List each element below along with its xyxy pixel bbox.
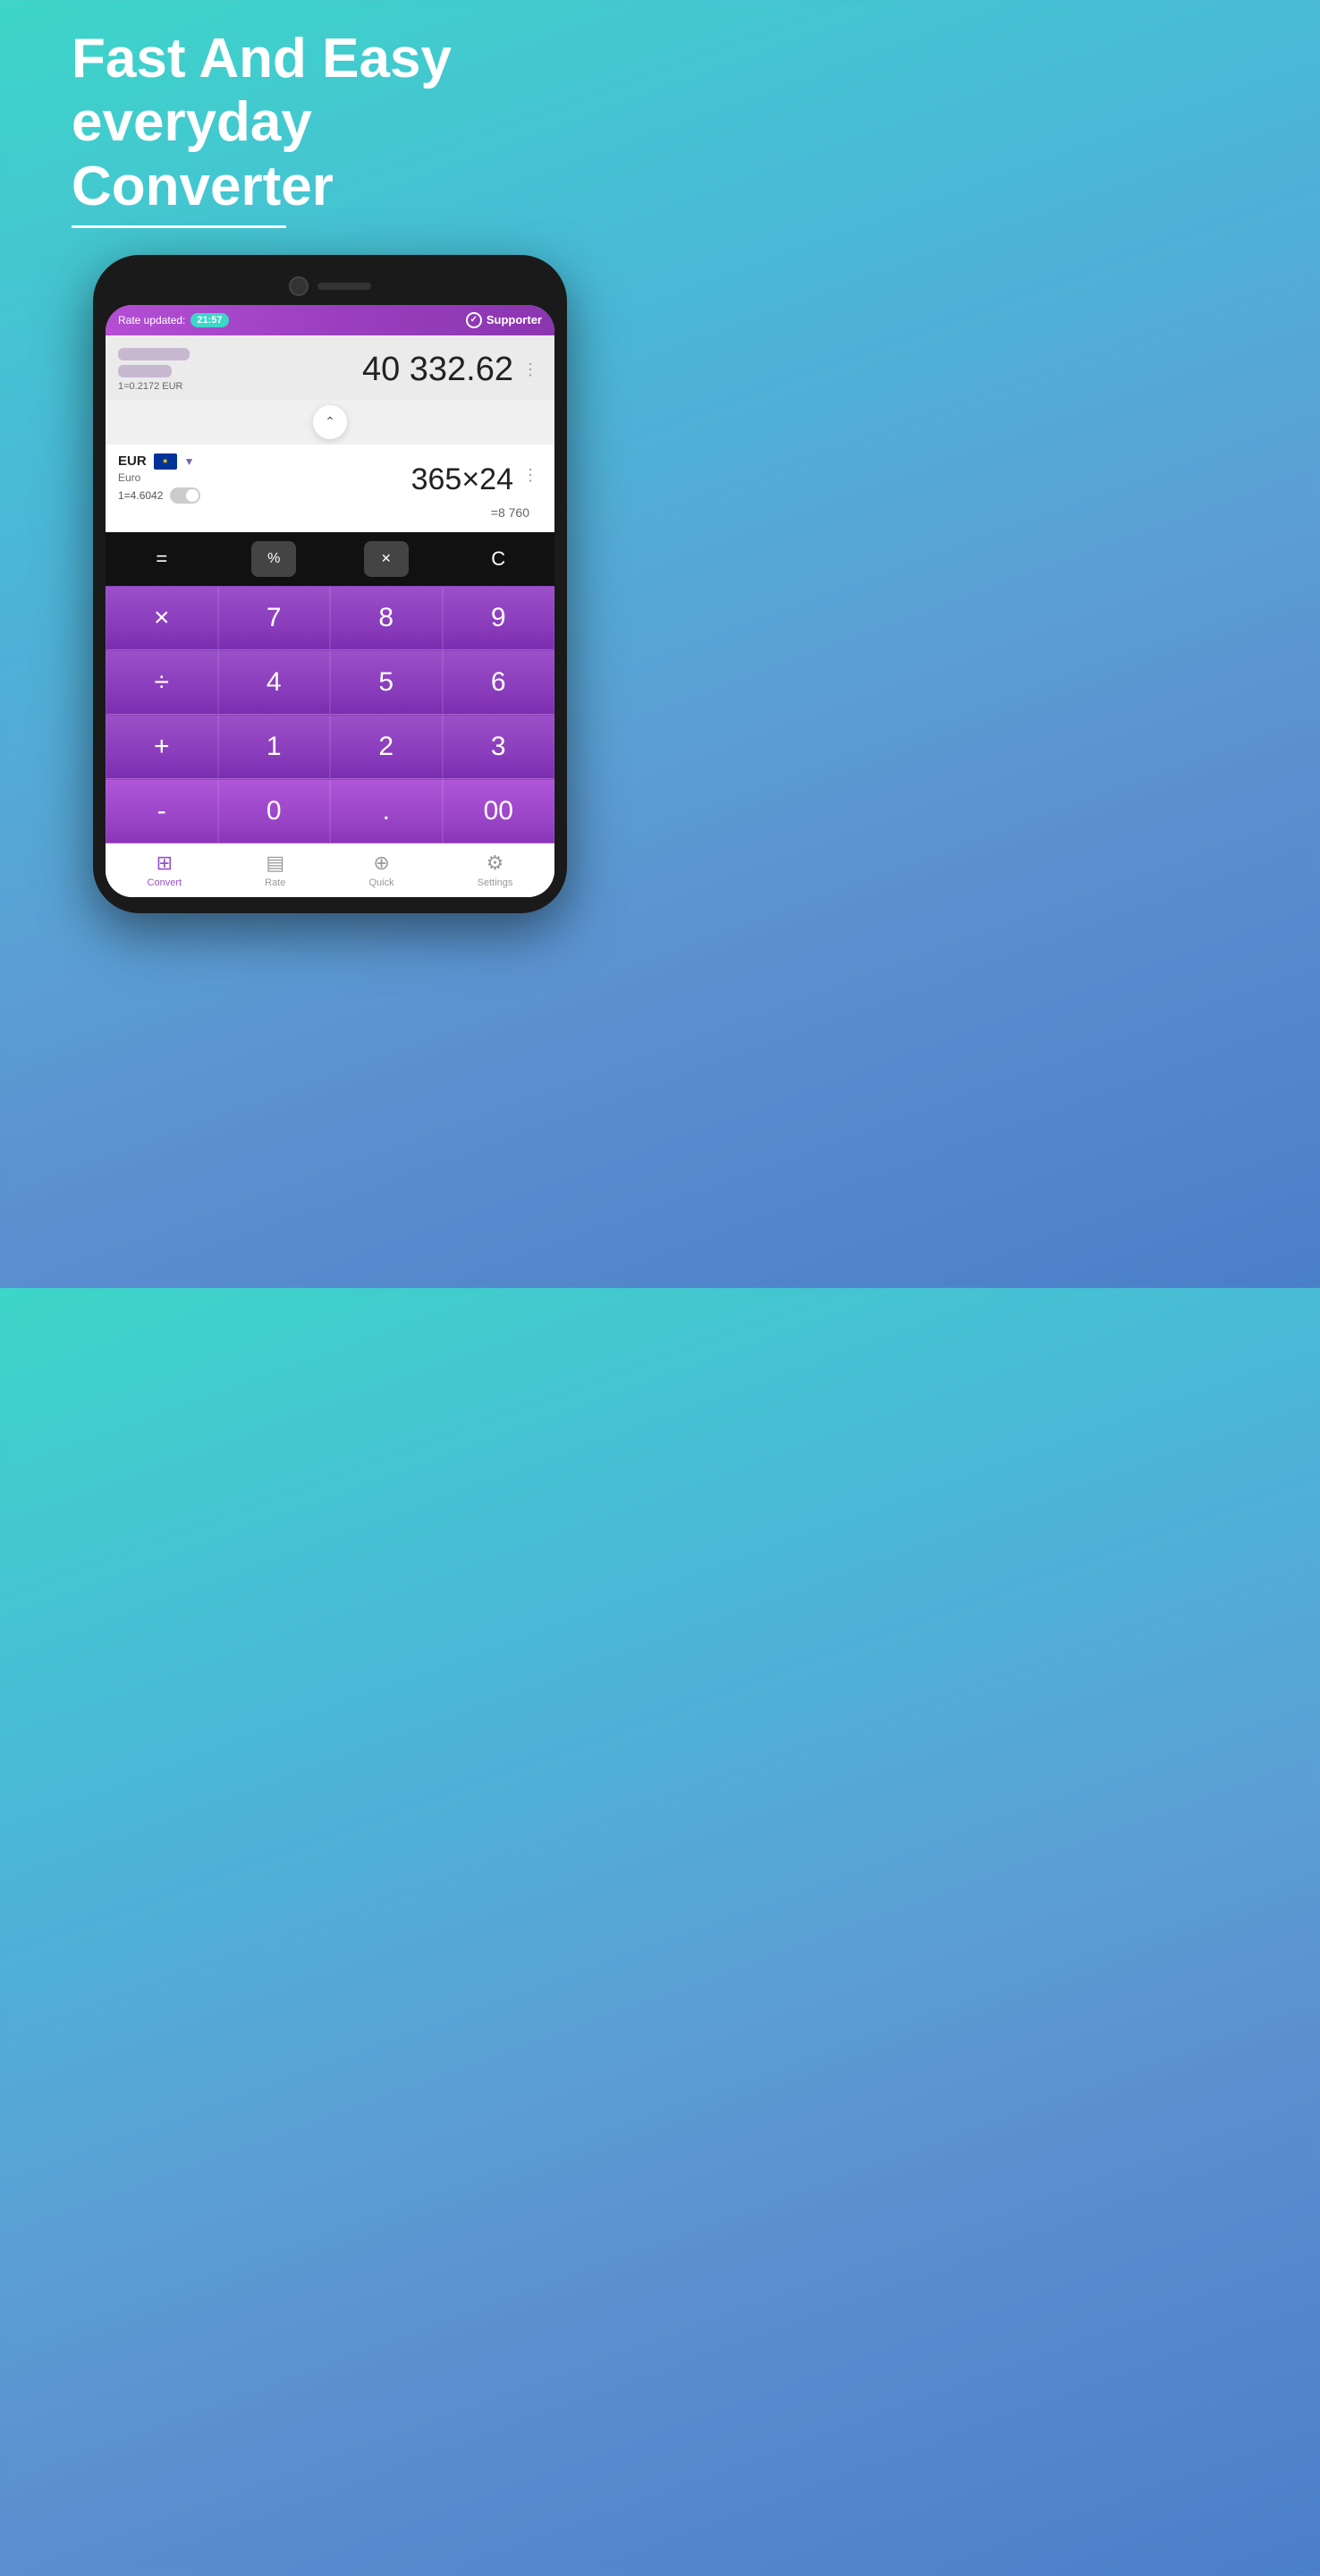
rate-updated-info: Rate updated: 21:57 — [118, 313, 229, 327]
num-btn-3[interactable]: 3 — [443, 715, 555, 779]
swap-button[interactable]: ⌃ — [313, 405, 347, 439]
currency-code: EUR — [118, 453, 147, 469]
num-btn-2[interactable]: 2 — [330, 715, 443, 779]
placeholder-bar-wide — [118, 348, 190, 360]
bottom-currency-left: EUR ★ ▼ Euro 1=4.6042 — [118, 453, 200, 504]
num-btn-4[interactable]: 4 — [218, 650, 331, 715]
top-dots-menu[interactable]: ⋮ — [519, 357, 542, 383]
top-exchange-rate: 1=0.2172 EUR — [118, 381, 190, 392]
nav-icon-convert: ⊞ — [157, 852, 173, 875]
top-currency-info: 1=0.2172 EUR — [118, 348, 190, 392]
eu-flag-icon: ★ — [154, 453, 177, 470]
num-btn-_[interactable]: × — [106, 586, 218, 650]
currency-placeholder — [118, 348, 190, 377]
hero-section: Fast And Easy everyday Converter — [0, 0, 660, 246]
rate-time-badge: 21:57 — [190, 313, 228, 327]
currency-label-row[interactable]: EUR ★ ▼ — [118, 453, 200, 470]
supporter-check-icon: ✓ — [466, 312, 482, 328]
supporter-badge: ✓ Supporter — [466, 312, 542, 328]
rate-toggle-switch[interactable] — [170, 487, 200, 504]
keypad-section: = % ✕ C ×789 ÷456 +123 -0.00 — [106, 532, 554, 843]
num-btn-_[interactable]: + — [106, 715, 218, 779]
rate-value: 1=4.6042 — [118, 489, 163, 502]
hero-underline — [72, 225, 286, 228]
num-btn-_[interactable]: ÷ — [106, 650, 218, 715]
num-btn-7[interactable]: 7 — [218, 586, 331, 650]
front-camera — [289, 276, 309, 296]
phone-speaker — [317, 283, 371, 290]
result-display: =8 760 — [118, 504, 542, 527]
nav-icon-rate: ▤ — [266, 852, 284, 875]
status-bar: Rate updated: 21:57 ✓ Supporter — [106, 305, 554, 335]
bottom-nav: ⊞ Convert ▤ Rate ⊕ Quick ⚙ Settings — [106, 843, 554, 897]
clear-button[interactable]: C — [476, 541, 520, 577]
nav-item-quick[interactable]: ⊕ Quick — [368, 852, 393, 888]
num-btn-5[interactable]: 5 — [330, 650, 443, 715]
equals-button[interactable]: = — [140, 541, 184, 577]
top-amount-display: 40 332.62 — [362, 351, 513, 389]
nav-label-convert: Convert — [148, 877, 182, 888]
nav-icon-settings: ⚙ — [487, 852, 504, 875]
hero-title: Fast And Easy everyday Converter — [72, 27, 588, 218]
phone-notch — [106, 271, 554, 305]
num-btn-8[interactable]: 8 — [330, 586, 443, 650]
backspace-button[interactable]: ✕ — [364, 541, 409, 577]
nav-item-convert[interactable]: ⊞ Convert — [148, 852, 182, 888]
placeholder-bar-narrow — [118, 365, 172, 377]
nav-label-rate: Rate — [265, 877, 285, 888]
bottom-currency-row-top: EUR ★ ▼ Euro 1=4.6042 365×24 ⋮ — [118, 453, 542, 504]
nav-icon-quick: ⊕ — [373, 852, 389, 875]
num-btn-00[interactable]: 00 — [443, 779, 555, 843]
rate-updated-label: Rate updated: — [118, 314, 185, 326]
num-btn-6[interactable]: 6 — [443, 650, 555, 715]
phone-screen: Rate updated: 21:57 ✓ Supporter 1=0.2172… — [106, 305, 554, 897]
percent-button[interactable]: % — [251, 541, 296, 577]
num-btn-_[interactable]: - — [106, 779, 218, 843]
currency-name: Euro — [118, 471, 200, 484]
top-currency-row[interactable]: 1=0.2172 EUR 40 332.62 ⋮ — [106, 335, 554, 400]
phone-mockup: Rate updated: 21:57 ✓ Supporter 1=0.2172… — [93, 255, 567, 913]
num-btn-0[interactable]: 0 — [218, 779, 331, 843]
bottom-dots-menu[interactable]: ⋮ — [519, 462, 542, 488]
num-btn-9[interactable]: 9 — [443, 586, 555, 650]
currency-dropdown-arrow[interactable]: ▼ — [184, 455, 195, 468]
bottom-currency-section: EUR ★ ▼ Euro 1=4.6042 365×24 ⋮ — [106, 445, 554, 532]
num-btn-1[interactable]: 1 — [218, 715, 331, 779]
nav-item-settings[interactable]: ⚙ Settings — [478, 852, 513, 888]
nav-item-rate[interactable]: ▤ Rate — [265, 852, 285, 888]
phone-outer: Rate updated: 21:57 ✓ Supporter 1=0.2172… — [93, 255, 567, 913]
formula-display: 365×24 — [411, 462, 513, 497]
nav-label-quick: Quick — [368, 877, 393, 888]
nav-label-settings: Settings — [478, 877, 513, 888]
rate-toggle-row: 1=4.6042 — [118, 487, 200, 504]
num-btn-_[interactable]: . — [330, 779, 443, 843]
swap-area: ⌃ — [106, 400, 554, 445]
numpad: ×789 ÷456 +123 -0.00 — [106, 586, 554, 843]
operator-row: = % ✕ C — [106, 532, 554, 586]
